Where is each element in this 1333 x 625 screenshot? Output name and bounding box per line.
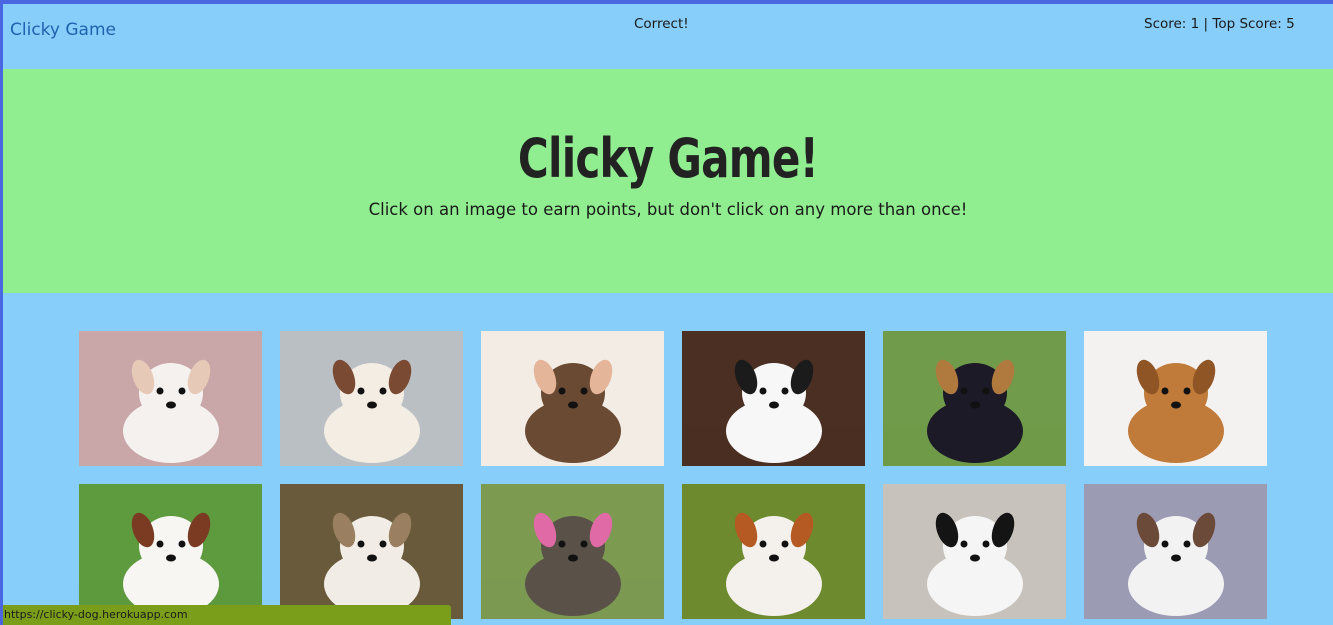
brand-link[interactable]: Clicky Game [10,20,116,40]
dog-picture [1084,484,1267,619]
dog-picture [682,331,865,466]
instructions-text: Click on an image to earn points, but do… [368,200,968,219]
dog-image-white-pomeranian-puppy[interactable] [280,484,463,619]
dog-picture [682,484,865,619]
header-banner: Clicky Game! Click on an image to earn p… [3,69,1333,293]
dog-image-two-bichon-frise[interactable] [682,331,865,466]
dog-image-black-and-white-terrier[interactable] [883,484,1066,619]
dog-picture [79,331,262,466]
dog-picture [1084,331,1267,466]
page-title: Clicky Game! [517,127,819,190]
feedback-message: Correct! [634,16,689,32]
dog-picture [79,484,262,619]
dog-picture [883,484,1066,619]
dog-image-jack-russell-lying[interactable] [1084,484,1267,619]
dog-picture [280,484,463,619]
dog-picture [883,331,1066,466]
dog-image-newborn-puppy-in-hand[interactable] [481,331,664,466]
dog-image-white-fluffy-puppy[interactable] [79,331,262,466]
dog-image-cavalier-king-charles[interactable] [682,484,865,619]
status-bar-url: https://clicky-dog.herokuapp.com [3,605,451,625]
score-display: Score: 1 | Top Score: 5 [1144,16,1295,32]
dog-picture [481,484,664,619]
dog-image-shih-tzu-puppy[interactable] [280,331,463,466]
dog-image-sleeping-golden-puppy[interactable] [1084,331,1267,466]
dog-image-yorkshire-terrier[interactable] [481,484,664,619]
navbar: Clicky Game Correct! Score: 1 | Top Scor… [3,4,1333,69]
dog-picture [280,331,463,466]
dog-image-cavalier-puppy-on-grass[interactable] [79,484,262,619]
dog-image-chihuahua-on-grass[interactable] [883,331,1066,466]
dog-picture [481,331,664,466]
